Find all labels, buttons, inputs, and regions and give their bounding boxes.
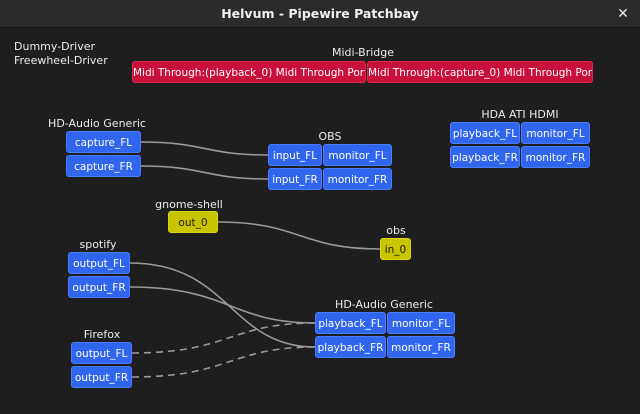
node-title-hd-audio-output[interactable]: HD-Audio Generic [335, 298, 433, 311]
port-capture-fl[interactable]: capture_FL [66, 131, 141, 153]
port-capture-fr[interactable]: capture_FR [66, 155, 141, 177]
window-title: Helvum - Pipewire Patchbay [221, 6, 419, 21]
title-bar: Helvum - Pipewire Patchbay ✕ [0, 0, 640, 28]
freewheel-driver-node[interactable]: Freewheel-Driver [14, 54, 108, 67]
port-obs-in0[interactable]: in_0 [380, 238, 411, 260]
node-title-firefox[interactable]: Firefox [84, 328, 120, 341]
port-out-playback-fr[interactable]: playback_FR [315, 336, 386, 358]
port-firefox-output-fr[interactable]: output_FR [71, 366, 132, 388]
port-out-playback-fl[interactable]: playback_FL [315, 312, 386, 334]
port-firefox-output-fl[interactable]: output_FL [71, 342, 132, 364]
port-obs-monitor-fr[interactable]: monitor_FR [323, 168, 392, 190]
node-title-obs[interactable]: OBS [319, 130, 342, 143]
port-midi-playback[interactable]: Midi Through:(playback_0) Midi Through P… [132, 61, 366, 83]
close-icon[interactable]: ✕ [616, 7, 630, 21]
node-title-midi-bridge[interactable]: Midi-Bridge [332, 46, 394, 59]
node-title-obs-video[interactable]: obs [386, 224, 405, 237]
port-obs-monitor-fl[interactable]: monitor_FL [323, 144, 392, 166]
port-obs-input-fr[interactable]: input_FR [268, 168, 322, 190]
port-hdmi-playback-fl[interactable]: playback_FL [450, 122, 520, 144]
port-hdmi-playback-fr[interactable]: playback_FR [450, 146, 520, 168]
node-title-hda-ati-hdmi[interactable]: HDA ATI HDMI [481, 108, 558, 121]
port-hdmi-monitor-fl[interactable]: monitor_FL [521, 122, 590, 144]
port-obs-input-fl[interactable]: input_FL [268, 144, 322, 166]
node-title-spotify[interactable]: spotify [79, 238, 116, 251]
node-title-hd-audio-input[interactable]: HD-Audio Generic [48, 117, 146, 130]
port-spotify-output-fl[interactable]: output_FL [68, 252, 130, 274]
port-midi-capture[interactable]: Midi Through:(capture_0) Midi Through Po… [367, 61, 593, 83]
port-spotify-output-fr[interactable]: output_FR [68, 276, 130, 298]
node-title-gnome-shell[interactable]: gnome-shell [155, 198, 223, 211]
port-out-monitor-fl[interactable]: monitor_FL [387, 312, 455, 334]
port-gnome-out0[interactable]: out_0 [168, 211, 218, 233]
port-out-monitor-fr[interactable]: monitor_FR [387, 336, 455, 358]
port-hdmi-monitor-fr[interactable]: monitor_FR [521, 146, 590, 168]
dummy-driver-node[interactable]: Dummy-Driver [14, 40, 95, 53]
